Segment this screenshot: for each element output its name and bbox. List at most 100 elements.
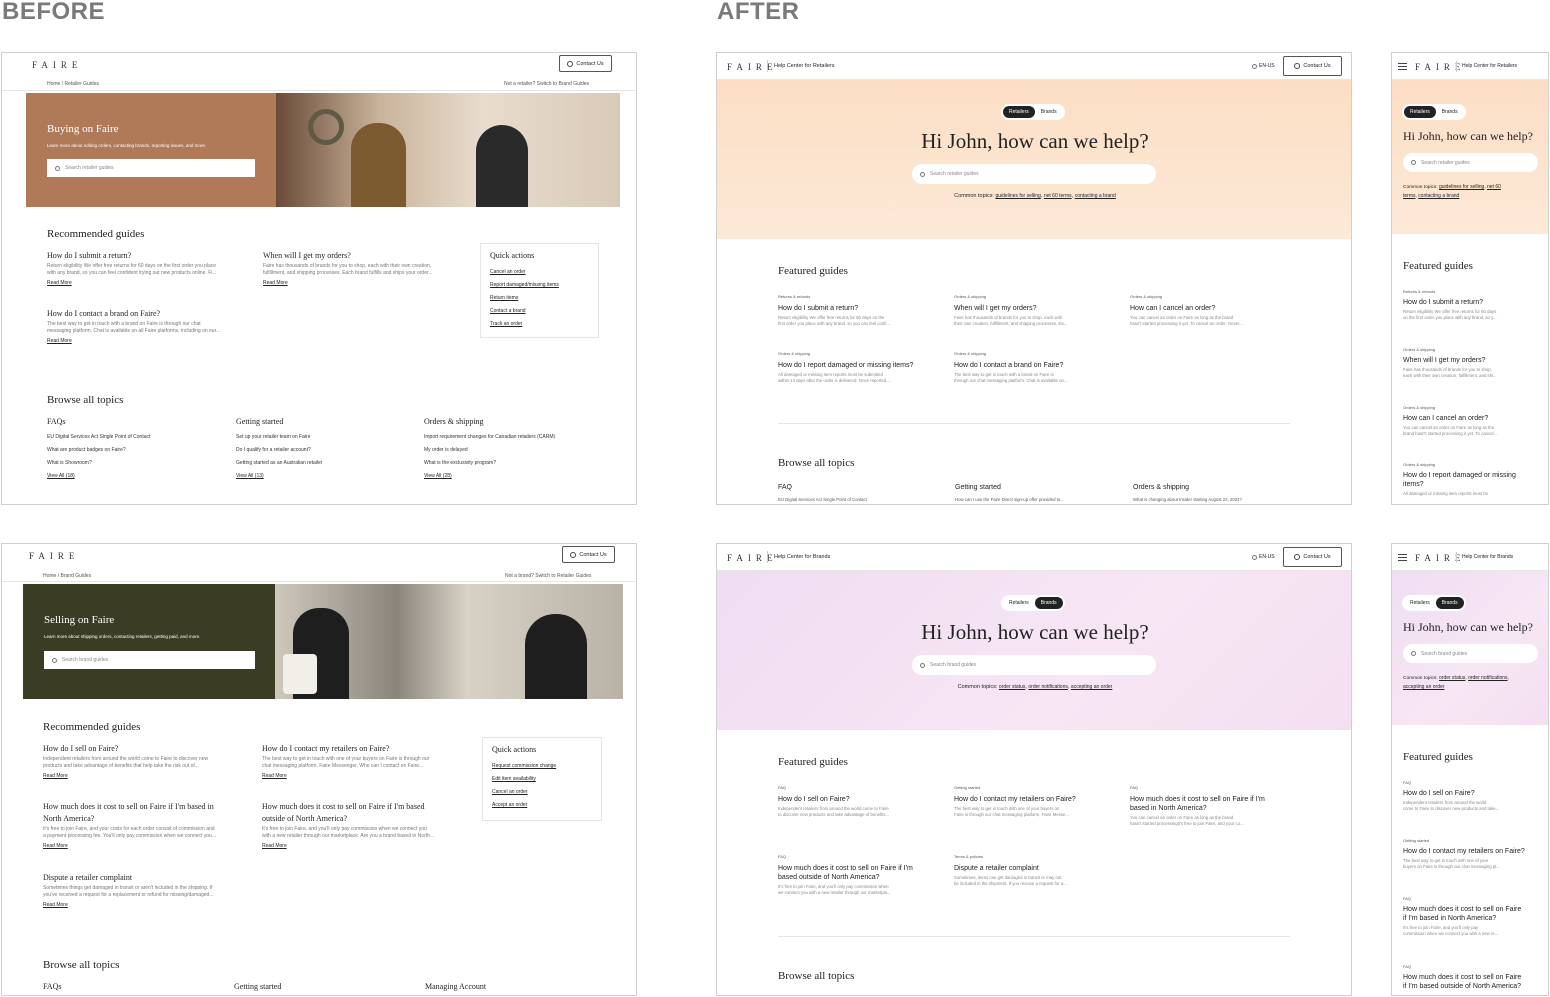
contact-us-button[interactable]: Contact Us — [562, 546, 615, 563]
guide-card[interactable]: FAQ How much does it cost to sell on Fai… — [1403, 896, 1543, 937]
guide-card[interactable]: How much does it cost to sell on Faire i… — [43, 802, 248, 849]
topic-link[interactable]: Import requirement changes for Canadian … — [424, 434, 624, 441]
faire-logo[interactable]: FAIRE — [29, 551, 79, 561]
tab-retailers[interactable]: Retailers — [1003, 597, 1035, 609]
guide-card[interactable]: Orders & shipping When will I get my ord… — [954, 294, 1119, 327]
language-selector[interactable]: EN-US — [1252, 63, 1275, 69]
language-selector[interactable]: EN-US — [1252, 554, 1275, 560]
tab-brands[interactable]: Brands — [1435, 597, 1464, 609]
guide-card[interactable]: Dispute a retailer complaint Sometimes t… — [43, 873, 248, 908]
common-topic-link[interactable]: accepting an order — [1403, 684, 1444, 690]
qa-report-damaged-link[interactable]: Report damaged/missing items — [490, 282, 559, 288]
topic-link[interactable]: What is the exclusivity program? — [424, 460, 624, 467]
faire-logo[interactable]: FAIRE — [727, 553, 777, 563]
view-all-link[interactable]: View All (18) — [47, 473, 227, 479]
faire-logo[interactable]: FAIRE — [1415, 62, 1465, 72]
common-topic-link[interactable]: net 60 terms — [1044, 193, 1072, 199]
guide-card[interactable]: FAQ How much does it cost to sell on Fai… — [1130, 785, 1300, 827]
common-topic-link[interactable]: order status — [999, 684, 1025, 690]
common-topic-link[interactable]: net 60 — [1487, 184, 1501, 190]
view-all-link[interactable]: View All (13) — [236, 473, 416, 479]
guide-card[interactable]: FAQ How do I sell on Faire? Independent … — [778, 785, 943, 818]
switch-guides-link[interactable]: Not a retailer? Switch to Brand Guides — [504, 81, 589, 87]
common-topic-link[interactable]: contacting a brand — [1075, 193, 1116, 199]
contact-us-button[interactable]: Contact Us — [559, 55, 612, 72]
topic-link[interactable]: What is Showroom? — [47, 460, 227, 467]
guide-card[interactable]: FAQ How much does it cost to sell on Fai… — [1403, 964, 1543, 990]
qa-cancel-order-link[interactable]: Cancel an order — [490, 269, 526, 275]
search-input[interactable]: Search brand guides — [1403, 644, 1538, 663]
topic-link[interactable]: My order is delayed — [424, 447, 624, 454]
qa-contact-brand-link[interactable]: Contact a brand — [490, 308, 526, 314]
common-topic-link[interactable]: order status — [1439, 675, 1465, 681]
switch-guides-link[interactable]: Not a brand? Switch to Retailer Guides — [505, 573, 591, 579]
menu-icon[interactable] — [1398, 554, 1407, 561]
search-input[interactable]: Search retailer guides — [912, 164, 1156, 184]
faire-logo[interactable]: FAIRE — [1415, 553, 1465, 563]
search-input[interactable]: Search brand guides — [44, 651, 255, 669]
topic-link[interactable]: EU Digital Services Act Single Point of … — [778, 497, 943, 503]
common-topic-link[interactable]: terms — [1403, 193, 1416, 199]
topic-link[interactable]: EU Digital Services Act Single Point of … — [47, 434, 227, 441]
faire-logo[interactable]: FAIRE — [727, 62, 777, 72]
guide-card[interactable]: Returns & refunds How do I submit a retu… — [1403, 289, 1543, 321]
search-input[interactable]: Search brand guides — [912, 655, 1156, 675]
qa-cancel-order-link[interactable]: Cancel an order — [492, 789, 528, 795]
guide-card[interactable]: Returns & refunds How do I submit a retu… — [778, 294, 943, 327]
guide-card[interactable]: FAQ How do I sell on Faire? Independent … — [1403, 780, 1543, 812]
guide-card[interactable]: How much does it cost to sell on Faire i… — [262, 802, 467, 849]
topic-link[interactable]: Set up your retailer team on Faire — [236, 434, 416, 441]
guide-card[interactable]: Getting started How do I contact my reta… — [954, 785, 1119, 818]
guide-card[interactable]: Terms & policies Dispute a retailer comp… — [954, 854, 1119, 887]
guide-card[interactable]: When will I get my orders? Faire has tho… — [263, 251, 463, 286]
topic-link[interactable]: Getting started as an Australian retaile… — [236, 460, 416, 467]
guide-card[interactable]: Orders & shipping How can I cancel an or… — [1403, 405, 1543, 437]
faire-logo[interactable]: FAIRE — [32, 60, 82, 70]
common-topic-link[interactable]: order notifications — [1468, 675, 1507, 681]
guide-card[interactable]: Orders & shipping How can I cancel an or… — [1130, 294, 1295, 327]
crumb-home[interactable]: Home — [47, 81, 60, 87]
guide-card[interactable]: Orders & shipping When will I get my ord… — [1403, 347, 1543, 379]
guide-card[interactable]: FAQ How much does it cost to sell on Fai… — [778, 854, 943, 896]
guide-card[interactable]: Orders & shipping How do I report damage… — [778, 351, 943, 384]
read-more-link[interactable]: Read More — [43, 902, 248, 908]
guide-card[interactable]: How do I submit a return? Return eligibi… — [47, 251, 247, 286]
guide-card[interactable]: How do I contact a brand on Faire? The b… — [47, 309, 247, 344]
read-more-link[interactable]: Read More — [43, 773, 248, 779]
topic-link[interactable]: How can I use the Faire Direct sign-up o… — [955, 497, 1120, 503]
search-input[interactable]: Search retailer guides — [47, 159, 255, 177]
topic-link[interactable]: Do I qualify for a retailer account? — [236, 447, 416, 454]
common-topic-link[interactable]: guidelines for selling — [1439, 184, 1484, 190]
common-topic-link[interactable]: order notifications — [1028, 684, 1067, 690]
topic-link[interactable]: What is changing about Insider starting … — [1133, 497, 1298, 503]
crumb-home[interactable]: Home — [43, 573, 56, 579]
qa-request-commission-link[interactable]: Request commission change — [492, 763, 556, 769]
read-more-link[interactable]: Read More — [43, 843, 248, 849]
tab-brands[interactable]: Brands — [1436, 106, 1464, 118]
guide-card[interactable]: How do I sell on Faire? Independent reta… — [43, 744, 248, 779]
guide-card[interactable]: Orders & shipping How do I report damage… — [1403, 462, 1543, 497]
common-topic-link[interactable]: contacting a brand — [1418, 193, 1459, 199]
tab-retailers[interactable]: Retailers — [1003, 106, 1035, 118]
read-more-link[interactable]: Read More — [262, 773, 467, 779]
contact-us-button[interactable]: Contact Us — [1283, 56, 1342, 76]
tab-brands[interactable]: Brands — [1035, 106, 1063, 118]
menu-icon[interactable] — [1398, 63, 1407, 70]
qa-edit-availability-link[interactable]: Edit item availability — [492, 776, 536, 782]
qa-accept-order-link[interactable]: Accept an order — [492, 802, 527, 808]
read-more-link[interactable]: Read More — [47, 338, 247, 344]
read-more-link[interactable]: Read More — [47, 280, 247, 286]
topic-link[interactable]: What are product badges on Faire? — [47, 447, 227, 454]
guide-card[interactable]: Getting started How do I contact my reta… — [1403, 838, 1543, 870]
qa-track-order-link[interactable]: Track an order — [490, 321, 522, 327]
tab-retailers[interactable]: Retailers — [1404, 597, 1436, 609]
read-more-link[interactable]: Read More — [263, 280, 463, 286]
tab-retailers[interactable]: Retailers — [1404, 106, 1436, 118]
contact-us-button[interactable]: Contact Us — [1283, 547, 1342, 567]
tab-brands[interactable]: Brands — [1034, 597, 1063, 609]
guide-card[interactable]: How do I contact my retailers on Faire? … — [262, 744, 467, 779]
read-more-link[interactable]: Read More — [262, 843, 467, 849]
guide-card[interactable]: Orders & shipping How do I contact a bra… — [954, 351, 1119, 384]
search-input[interactable]: Search retailer guides — [1403, 153, 1538, 172]
common-topic-link[interactable]: accepting an order — [1071, 684, 1112, 690]
